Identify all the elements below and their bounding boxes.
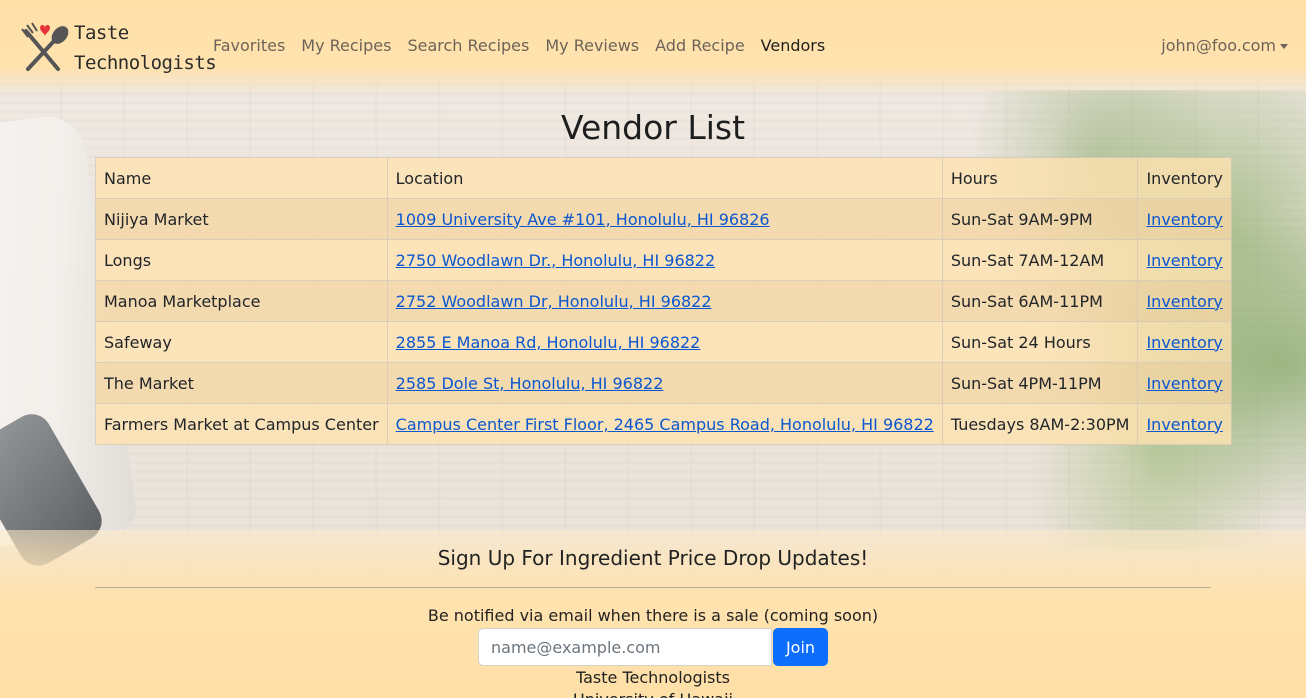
header-inventory: Inventory [1137,157,1232,199]
page-title: Vendor List [560,108,746,147]
email-input[interactable] [478,628,772,666]
nav-link-favorites[interactable]: Favorites [213,36,285,55]
footer-signup-title: Sign Up For Ingredient Price Drop Update… [437,546,869,570]
vendor-hours: Sun-Sat 24 Hours [941,321,1139,363]
table-row: Nijiya Market 1009 University Ave #101, … [95,198,1232,240]
fork-spoon-heart-icon [18,21,72,75]
nav-link-add-recipe[interactable]: Add Recipe [655,36,745,55]
navbar: Taste Technologists Favorites My Recipes… [0,0,1306,96]
header-name: Name [95,157,388,199]
join-button[interactable]: Join [773,628,828,666]
vendor-name: Nijiya Market [95,198,388,240]
nav-links: Favorites My Recipes Search Recipes My R… [213,36,841,55]
brand-line2: Technologists [74,52,217,74]
vendor-location-link[interactable]: 1009 University Ave #101, Honolulu, HI 9… [396,210,770,229]
vendor-location-link[interactable]: 2750 Woodlawn Dr., Honolulu, HI 96822 [396,251,716,270]
brand-logo[interactable]: Taste Technologists [18,16,217,80]
footer-divider [95,587,1211,588]
user-email: john@foo.com [1161,36,1276,55]
vendor-inventory-link[interactable]: Inventory [1146,333,1222,352]
vendor-name: The Market [95,362,388,404]
table-row: Longs 2750 Woodlawn Dr., Honolulu, HI 96… [95,239,1232,281]
footer-brand: Taste Technologists [575,668,730,687]
vendor-name: Longs [95,239,388,281]
vendor-inventory-link[interactable]: Inventory [1146,415,1222,434]
brand-name: Taste Technologists [74,18,217,78]
vendor-hours: Sun-Sat 7AM-12AM [941,239,1139,281]
header-hours: Hours [941,157,1139,199]
nav-link-my-recipes[interactable]: My Recipes [301,36,391,55]
vendor-location-link[interactable]: 2585 Dole St, Honolulu, HI 96822 [396,374,664,393]
header-location: Location [386,157,943,199]
vendor-inventory-link[interactable]: Inventory [1146,292,1222,311]
vendor-location-link[interactable]: 2752 Woodlawn Dr, Honolulu, HI 96822 [396,292,712,311]
vendor-hours: Sun-Sat 6AM-11PM [941,280,1139,322]
nav-link-my-reviews[interactable]: My Reviews [545,36,639,55]
vendor-name: Farmers Market at Campus Center [95,403,388,445]
vendor-inventory-link[interactable]: Inventory [1146,374,1222,393]
vendor-table: Name Location Hours Inventory Nijiya Mar… [95,157,1232,445]
table-row: The Market 2585 Dole St, Honolulu, HI 96… [95,362,1232,404]
table-row: Manoa Marketplace 2752 Woodlawn Dr, Hono… [95,280,1232,322]
vendor-inventory-link[interactable]: Inventory [1146,251,1222,270]
vendor-name: Manoa Marketplace [95,280,388,322]
vendor-location-link[interactable]: Campus Center First Floor, 2465 Campus R… [396,415,934,434]
brand-line1: Taste [74,22,129,44]
table-row: Farmers Market at Campus Center Campus C… [95,403,1232,445]
table-header-row: Name Location Hours Inventory [95,157,1232,199]
vendor-name: Safeway [95,321,388,363]
user-menu-dropdown[interactable]: john@foo.com [1161,36,1288,55]
signup-form: Join [478,628,828,666]
vendor-hours: Sun-Sat 9AM-9PM [941,198,1139,240]
vendor-hours: Sun-Sat 4PM-11PM [941,362,1139,404]
vendor-location-link[interactable]: 2855 E Manoa Rd, Honolulu, HI 96822 [396,333,701,352]
table-row: Safeway 2855 E Manoa Rd, Honolulu, HI 96… [95,321,1232,363]
nav-link-search-recipes[interactable]: Search Recipes [407,36,529,55]
nav-link-vendors[interactable]: Vendors [761,36,826,55]
vendor-inventory-link[interactable]: Inventory [1146,210,1222,229]
footer-signup-description: Be notified via email when there is a sa… [427,606,879,625]
caret-down-icon [1280,44,1288,49]
footer-university: University of Hawaii [0,690,1306,698]
vendor-hours: Tuesdays 8AM-2:30PM [941,403,1139,445]
